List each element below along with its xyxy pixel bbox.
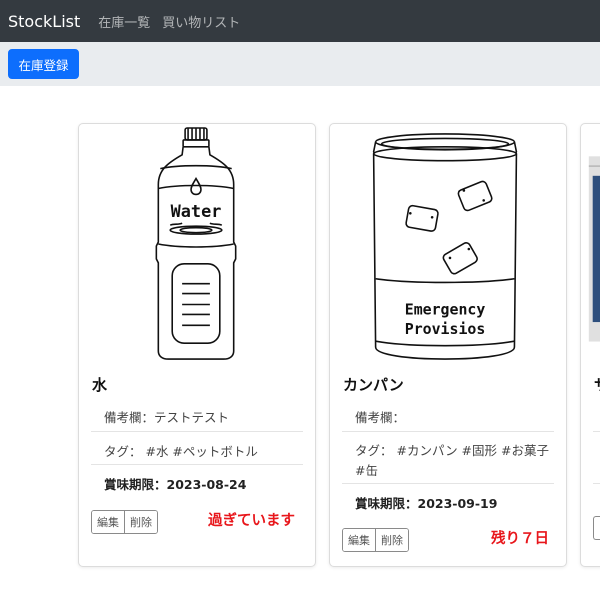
tags-line: #缶 (355, 463, 378, 478)
top-navbar: StockList 在庫一覧 買い物リスト (0, 0, 600, 42)
stock-card-partial: サ (580, 123, 600, 567)
note-field: 備考欄：テストテスト (104, 410, 230, 425)
action-bar: 在庫登録 (0, 42, 600, 86)
expiry-field: 賞味期限：2023-09-19 (342, 483, 554, 512)
nav-link-stock-list[interactable]: 在庫一覧 (98, 12, 150, 31)
expiry-field: 賞味期限：2023-08-24 (91, 464, 303, 493)
expiry-status-badge: 残り７日 (491, 531, 549, 547)
delete-button[interactable]: 削除 (124, 511, 157, 533)
partial-item-image (588, 156, 600, 342)
register-stock-button[interactable]: 在庫登録 (8, 49, 79, 79)
card-title: サ (594, 374, 600, 395)
edit-button[interactable]: 編集 (92, 511, 124, 533)
separator (593, 431, 600, 432)
brand-link[interactable]: StockList (8, 12, 80, 31)
card-actions: 編集 削除 (91, 510, 158, 534)
tags-field: タグ： #水 #ペットボトル (91, 431, 303, 460)
card-actions (593, 516, 600, 540)
note-field: 備考欄： (355, 410, 406, 425)
tags-field: タグ： #カンパン #固形 #お菓子 #缶 (342, 431, 554, 481)
emergency-can-image: Emergency Provisios (372, 133, 518, 360)
water-label-text: Water (171, 201, 222, 221)
separator (593, 483, 600, 484)
edit-button[interactable]: 編集 (343, 529, 375, 551)
stock-card-kanpan: Emergency Provisios カンパン 備考欄： タグ： #カンパン … (329, 123, 567, 567)
delete-button[interactable]: 削除 (375, 529, 408, 551)
stock-card-water: Water 水 備考欄：テストテスト タグ： #水 #ペットボトル 賞味期限：2… (78, 123, 316, 567)
expiry-status-badge: 過ぎています (208, 513, 295, 529)
card-title: カンパン (343, 376, 404, 394)
tags-line: タグ： #カンパン #固形 #お菓子 (355, 443, 549, 458)
water-bottle-image: Water (155, 127, 237, 360)
card-actions: 編集 削除 (342, 528, 409, 552)
can-label-line2: Provisios (405, 320, 486, 338)
can-label-line1: Emergency (405, 300, 486, 318)
card-title: 水 (92, 376, 108, 394)
nav-link-shopping-list[interactable]: 買い物リスト (162, 12, 240, 31)
